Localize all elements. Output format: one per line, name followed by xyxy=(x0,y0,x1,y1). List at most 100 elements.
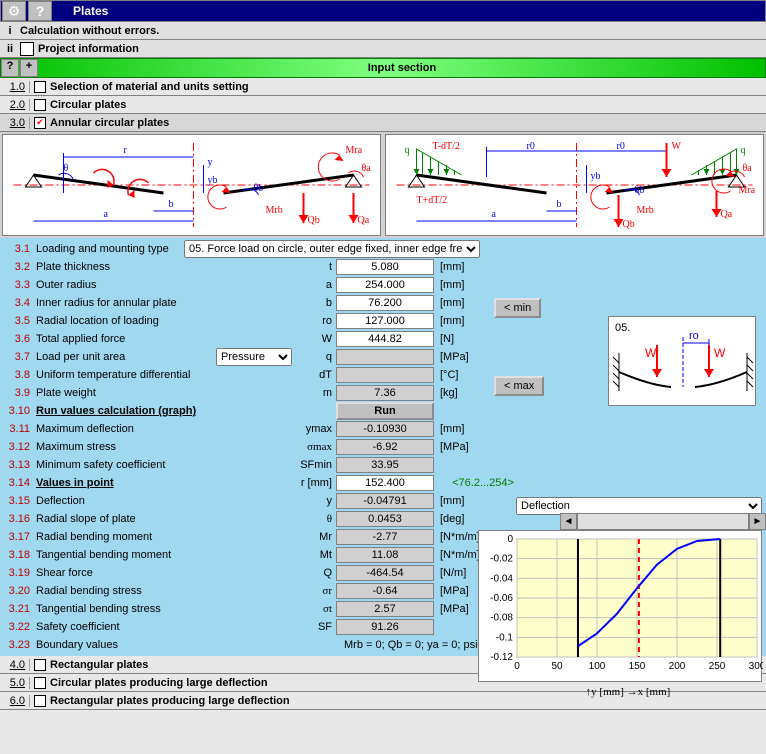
weight-value: 7.36 xyxy=(336,385,434,401)
svg-text:T-dT/2: T-dT/2 xyxy=(433,141,460,152)
smax-value: -6.92 xyxy=(336,439,434,455)
r-input[interactable] xyxy=(336,475,434,491)
row-thickness: 3.2 Plate thickness t [mm] xyxy=(2,258,764,276)
svg-text:y: y xyxy=(208,157,213,168)
svg-text:b: b xyxy=(169,199,174,210)
pressure-select[interactable]: Pressure xyxy=(216,348,292,366)
min-button[interactable]: < min xyxy=(494,298,541,318)
svg-text:W: W xyxy=(672,141,682,152)
row-max-stress: 3.12 Maximum stress σmax -6.92 [MPa] xyxy=(2,438,764,456)
row-min-safety: 3.13 Minimum safety coefficient SFmin 33… xyxy=(2,456,764,474)
input-section-header: ? + Input section xyxy=(0,58,766,78)
row-values-in-point: 3.14 Values in point r [mm] <76.2...254> xyxy=(2,474,764,492)
svg-text:q: q xyxy=(405,145,410,156)
svg-text:250: 250 xyxy=(709,661,726,672)
svg-text:yb: yb xyxy=(591,171,601,182)
svg-text:θa: θa xyxy=(743,163,753,174)
theta-value: 0.0453 xyxy=(336,511,434,527)
thickness-input[interactable] xyxy=(336,259,434,275)
section-material-checkbox[interactable] xyxy=(34,81,46,93)
graph-scroll[interactable]: ◄ ► xyxy=(560,513,766,530)
row-max-deflection: 3.11 Maximum deflection ymax -0.10930 [m… xyxy=(2,420,764,438)
svg-text:50: 50 xyxy=(551,661,563,672)
temp-diff-value xyxy=(336,367,434,383)
shear-q-value: -464.54 xyxy=(336,565,434,581)
total-force-input[interactable] xyxy=(336,331,434,347)
input-section-label: Input section xyxy=(39,62,765,74)
mt-value: 11.08 xyxy=(336,547,434,563)
outer-radius-input[interactable] xyxy=(336,277,434,293)
status-row: i Calculation without errors. xyxy=(0,22,766,40)
svg-text:θ: θ xyxy=(64,163,69,174)
svg-text:θa: θa xyxy=(362,163,372,174)
svg-text:W: W xyxy=(714,346,726,360)
svg-text:ro: ro xyxy=(689,330,699,342)
diagram-left: r a b y yb θ θb θa Mra Mrb xyxy=(2,134,381,236)
svg-text:Mra: Mra xyxy=(346,145,363,156)
section-rect-large-checkbox[interactable] xyxy=(34,695,46,707)
app-icon[interactable]: ⚙ xyxy=(2,1,26,21)
title-bar: ⚙ ? Plates xyxy=(0,0,766,22)
svg-text:-0.1: -0.1 xyxy=(496,632,514,643)
row-loading-type: 3.1 Loading and mounting type 05. Force … xyxy=(2,240,764,258)
svg-text:Mra: Mra xyxy=(739,185,756,196)
ymax-value: -0.10930 xyxy=(336,421,434,437)
expand-button[interactable]: + xyxy=(20,59,38,77)
diagram-panels: r a b y yb θ θb θa Mra Mrb xyxy=(0,132,766,238)
svg-text:q: q xyxy=(741,145,746,156)
scroll-right-icon[interactable]: ► xyxy=(749,513,766,530)
section-annular[interactable]: 3.0 ✔ Annular circular plates xyxy=(0,114,766,132)
svg-text:r: r xyxy=(124,145,128,156)
svg-text:0: 0 xyxy=(514,661,520,672)
svg-text:T+dT/2: T+dT/2 xyxy=(417,195,448,206)
chart-axis-label: ↑y [mm] →x [mm] xyxy=(528,686,728,698)
deflection-chart: 0 50 100 150 200 250 300 0 -0.02 -0.04 -0.06 -0.08 -… xyxy=(478,530,762,682)
project-info-row: ii Project information xyxy=(0,40,766,58)
section-material[interactable]: 1.0 Selection of material and units sett… xyxy=(0,78,766,96)
svg-text:Mrb: Mrb xyxy=(637,205,654,216)
radial-location-input[interactable] xyxy=(336,313,434,329)
svg-text:Qa: Qa xyxy=(721,209,733,220)
svg-text:Qb: Qb xyxy=(308,215,320,226)
svg-text:300: 300 xyxy=(749,661,763,672)
scroll-left-icon[interactable]: ◄ xyxy=(560,513,577,530)
svg-text:05.: 05. xyxy=(615,322,630,334)
sfmin-value: 33.95 xyxy=(336,457,434,473)
svg-text:150: 150 xyxy=(629,661,646,672)
help-icon[interactable]: ? xyxy=(28,1,52,21)
loading-type-select[interactable]: 05. Force load on circle, outer edge fix… xyxy=(184,240,480,258)
mr-value: -2.77 xyxy=(336,529,434,545)
section-rect-checkbox[interactable] xyxy=(34,659,46,671)
status-text: Calculation without errors. xyxy=(20,25,159,37)
svg-text:0: 0 xyxy=(507,534,513,545)
svg-text:100: 100 xyxy=(589,661,606,672)
svg-text:r0: r0 xyxy=(617,141,625,152)
svg-text:r0: r0 xyxy=(527,141,535,152)
section-circular[interactable]: 2.0 Circular plates xyxy=(0,96,766,114)
svg-text:Mrb: Mrb xyxy=(266,205,283,216)
svg-text:-0.04: -0.04 xyxy=(490,573,513,584)
svg-text:W: W xyxy=(645,346,657,360)
sf-value: 91.26 xyxy=(336,619,434,635)
svg-text:200: 200 xyxy=(669,661,686,672)
svg-text:Qa: Qa xyxy=(358,215,370,226)
svg-text:a: a xyxy=(492,209,497,220)
svg-text:θb: θb xyxy=(254,183,264,194)
svg-text:-0.06: -0.06 xyxy=(490,593,513,604)
help-button[interactable]: ? xyxy=(1,59,19,77)
load-area-value xyxy=(336,349,434,365)
svg-text:-0.08: -0.08 xyxy=(490,613,513,624)
project-info-checkbox[interactable] xyxy=(20,42,34,56)
svg-text:Qb: Qb xyxy=(623,219,635,230)
svg-text:yb: yb xyxy=(208,175,218,186)
section-circular-checkbox[interactable] xyxy=(34,99,46,111)
schematic-preview: 05. ro W W xyxy=(608,316,756,406)
section-annular-checkbox[interactable]: ✔ xyxy=(34,117,46,129)
section-circ-large-checkbox[interactable] xyxy=(34,677,46,689)
max-button[interactable]: < max xyxy=(494,376,544,396)
run-button[interactable]: Run xyxy=(336,402,434,420)
svg-text:-0.02: -0.02 xyxy=(490,554,513,565)
inner-radius-input[interactable] xyxy=(336,295,434,311)
y-value: -0.04791 xyxy=(336,493,434,509)
project-info-label: Project information xyxy=(38,43,139,55)
